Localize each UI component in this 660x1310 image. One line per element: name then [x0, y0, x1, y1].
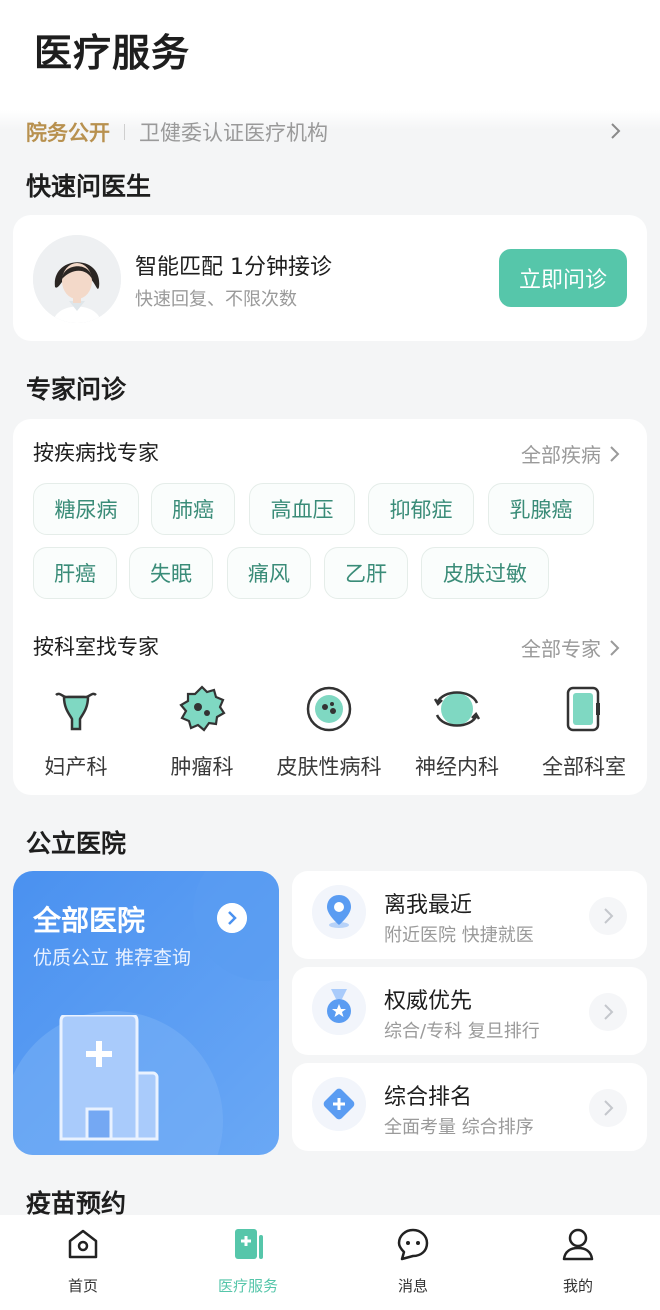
uterus-icon	[55, 692, 97, 731]
quick-consult-title: 智能匹配 1分钟接诊	[135, 255, 332, 280]
ranking-title: 综合排名	[384, 1085, 473, 1110]
nav-messages[interactable]: 消息	[353, 1225, 473, 1296]
dept-label: 全部科室	[542, 755, 626, 779]
disease-tag[interactable]: 高血压	[249, 483, 355, 535]
by-dept-title: 按科室找专家	[33, 635, 159, 659]
quick-consult-subtitle: 快速回复、不限次数	[135, 289, 297, 310]
nav-medical[interactable]: 医疗服务	[188, 1225, 308, 1296]
nav-label: 我的	[562, 1277, 593, 1295]
dept-oncology[interactable]: 肿瘤科	[142, 683, 262, 781]
authority-title: 权威优先	[384, 989, 473, 1014]
quick-consult-card[interactable]: 智能匹配 1分钟接诊 快速回复、不限次数 立即问诊	[13, 215, 647, 341]
home-icon	[68, 1229, 98, 1259]
chevron-right-icon	[217, 903, 247, 933]
chevron-right-icon	[610, 639, 620, 656]
chevron-right-icon	[610, 445, 620, 462]
disease-tag[interactable]: 糖尿病	[33, 483, 139, 535]
skin-icon	[306, 686, 352, 732]
authority-subtitle: 综合/专科 复旦排行	[384, 1021, 540, 1042]
all-hospitals-card[interactable]: 全部医院 优质公立 推荐查询	[13, 871, 279, 1155]
user-icon	[562, 1228, 594, 1261]
dept-neurology[interactable]: 神经内科	[397, 683, 517, 781]
expert-card: 按疾病找专家 全部疾病 糖尿病 肺癌 高血压 抑郁症 乳腺癌 肝癌 失眠 痛风 …	[13, 419, 647, 795]
nav-label: 首页	[67, 1277, 98, 1295]
notice-bar[interactable]: 院务公开 卫健委认证医疗机构	[26, 112, 626, 152]
disease-tag[interactable]: 痛风	[227, 547, 311, 599]
medal-icon	[312, 981, 366, 1035]
quick-section-title: 快速问医生	[26, 172, 152, 201]
disease-tag[interactable]: 肝癌	[33, 547, 117, 599]
disease-tag[interactable]: 乙肝	[324, 547, 408, 599]
doctor-avatar	[33, 235, 121, 323]
bottom-nav: 首页 医疗服务 消息 我的	[0, 1215, 660, 1310]
disease-tag[interactable]: 皮肤过敏	[421, 547, 549, 599]
nav-label: 医疗服务	[217, 1277, 278, 1295]
dept-label: 肿瘤科	[170, 755, 234, 779]
chevron-right-icon	[589, 993, 627, 1031]
medical-icon	[235, 1229, 263, 1259]
disease-tag[interactable]: 乳腺癌	[488, 483, 594, 535]
dept-label: 皮肤性病科	[276, 755, 382, 779]
consult-now-button[interactable]: 立即问诊	[499, 249, 627, 307]
location-pin-icon	[312, 885, 366, 939]
notice-tag: 院务公开	[26, 121, 110, 145]
dept-dermatology[interactable]: 皮肤性病科	[269, 683, 389, 781]
message-icon	[397, 1228, 429, 1261]
nearest-hospital-card[interactable]: 离我最近 附近医院 快捷就医	[292, 871, 647, 959]
all-experts-label: 全部专家	[521, 637, 601, 661]
nearest-subtitle: 附近医院 快捷就医	[384, 925, 534, 946]
nav-label: 消息	[397, 1277, 428, 1295]
nav-profile[interactable]: 我的	[518, 1225, 638, 1296]
page-header: 医疗服务	[0, 0, 660, 130]
hospital-building-icon	[59, 1015, 159, 1141]
dept-label: 妇产科	[44, 755, 108, 779]
brain-icon	[433, 691, 481, 727]
all-hospitals-title: 全部医院	[33, 904, 146, 937]
door-icon	[566, 686, 600, 732]
dept-label: 神经内科	[415, 755, 499, 779]
ranking-subtitle: 全面考量 综合排序	[384, 1117, 534, 1138]
all-hospitals-subtitle: 优质公立 推荐查询	[33, 947, 192, 969]
disease-tag[interactable]: 失眠	[129, 547, 213, 599]
chevron-right-icon	[611, 123, 621, 139]
ranking-hospital-card[interactable]: 综合排名 全面考量 综合排序	[292, 1063, 647, 1151]
page-title: 医疗服务	[34, 31, 191, 75]
by-disease-title: 按疾病找专家	[33, 441, 159, 465]
disease-tag[interactable]: 抑郁症	[368, 483, 474, 535]
chevron-right-icon	[589, 897, 627, 935]
authority-hospital-card[interactable]: 权威优先 综合/专科 复旦排行	[292, 967, 647, 1055]
disease-tag[interactable]: 肺癌	[151, 483, 235, 535]
all-experts-link[interactable]: 全部专家	[521, 633, 621, 662]
nav-home[interactable]: 首页	[23, 1225, 143, 1296]
nearest-title: 离我最近	[384, 893, 473, 918]
dept-gynecology[interactable]: 妇产科	[16, 683, 136, 781]
expert-section-title: 专家问诊	[26, 375, 127, 404]
all-diseases-link[interactable]: 全部疾病	[521, 439, 621, 468]
tumor-icon	[179, 685, 226, 732]
notice-divider	[124, 124, 125, 140]
plus-diamond-icon	[312, 1077, 366, 1131]
chevron-right-icon	[589, 1089, 627, 1127]
notice-text: 卫健委认证医疗机构	[139, 121, 328, 145]
dept-all[interactable]: 全部科室	[524, 683, 644, 781]
all-diseases-label: 全部疾病	[521, 443, 601, 467]
hospital-section-title: 公立医院	[26, 829, 127, 858]
